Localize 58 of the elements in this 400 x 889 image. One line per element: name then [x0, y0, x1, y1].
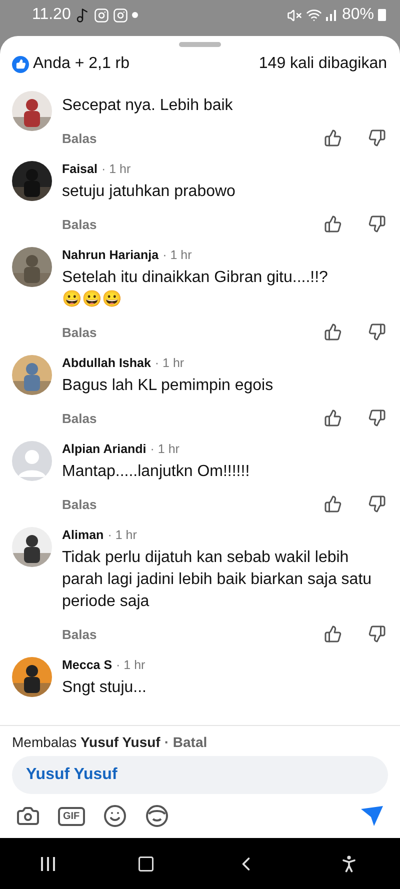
home-icon[interactable]: [136, 854, 155, 872]
replying-to-text: Membalas Yusuf Yusuf: [12, 734, 160, 750]
comment-time: · 1 hr: [101, 162, 131, 176]
thumbs-up-icon[interactable]: [324, 323, 342, 341]
comment-text: Mantap.....lanjutkn Om!!!!!!: [62, 462, 251, 482]
mute-icon: [286, 8, 302, 22]
send-icon[interactable]: [360, 805, 384, 827]
recent-apps-icon[interactable]: [40, 856, 56, 872]
gif-button[interactable]: GIF: [58, 806, 85, 826]
reactions-count[interactable]: Anda + 2,1 rb: [33, 55, 130, 73]
thumbs-up-icon[interactable]: [324, 215, 342, 233]
comment-text: Tidak perlu dijatuh kan sebab wakil lebih parah lagi jadini lebih baik biarkan saja satu periode saja: [62, 548, 373, 612]
commenter-name[interactable]: Nahrun Harianja: [62, 248, 159, 262]
thumbs-down-icon[interactable]: [368, 625, 386, 643]
reply-link[interactable]: Balas: [62, 130, 97, 146]
comment-input[interactable]: Yusuf Yusuf: [12, 756, 388, 794]
reply-link[interactable]: Balas: [62, 216, 97, 232]
comment-time: · 1 hr: [154, 356, 184, 370]
like-icon: [12, 56, 29, 72]
signal-icon: [326, 9, 338, 21]
thumbs-down-icon[interactable]: [368, 323, 386, 341]
comment-text: Sngt stuju...: [62, 678, 148, 698]
reply-link[interactable]: Balas: [62, 410, 97, 426]
reply-link[interactable]: Balas: [62, 324, 97, 340]
comment-text: setuju jatuhkan prabowo: [62, 182, 236, 202]
commenter-name[interactable]: Faisal: [62, 162, 98, 176]
commenter-name[interactable]: Abdullah Ishak: [62, 356, 151, 370]
comment-text: Secepat nya. Lebih baik: [62, 96, 234, 116]
thumbs-up-icon[interactable]: [324, 625, 342, 643]
thumbs-up-icon[interactable]: [324, 409, 342, 427]
commenter-name[interactable]: Mecca S: [62, 658, 112, 672]
drag-handle[interactable]: [179, 42, 221, 47]
reply-link[interactable]: Balas: [62, 496, 97, 512]
music-note-icon: [74, 8, 90, 22]
commenter-name[interactable]: Alpian Ariandi: [62, 442, 146, 456]
thumbs-down-icon[interactable]: [368, 495, 386, 513]
thumbs-down-icon[interactable]: [368, 409, 386, 427]
clock: 11.20: [32, 6, 71, 24]
comment-time: · 1 hr: [162, 248, 192, 262]
commenter-name[interactable]: Aliman: [62, 528, 104, 542]
avatar: [12, 441, 52, 481]
comment-time: · 1 hr: [150, 442, 180, 456]
thumbs-down-icon[interactable]: [368, 129, 386, 147]
battery-icon: [378, 9, 386, 21]
thumbs-down-icon[interactable]: [368, 215, 386, 233]
wifi-icon: [306, 7, 322, 23]
comment-time: · 1 hr: [108, 528, 137, 542]
reply-link[interactable]: Balas: [62, 626, 97, 642]
comment-text: Bagus lah KL pemimpin egois: [62, 376, 274, 396]
dot-icon: [132, 12, 138, 18]
thumbs-up-icon[interactable]: [324, 129, 342, 147]
shares-count[interactable]: 149 kali dibagikan: [258, 55, 387, 73]
smiley-icon[interactable]: [102, 804, 127, 828]
cancel-link[interactable]: · Batal: [164, 734, 208, 750]
comment-time: · 1 hr: [116, 658, 146, 672]
battery-percentage: 80%: [342, 6, 374, 24]
comment-text: Setelah itu dinaikkan Gibran gitu....!!? 😀😀😀: [62, 268, 329, 310]
thumbs-up-icon[interactable]: [324, 495, 342, 513]
